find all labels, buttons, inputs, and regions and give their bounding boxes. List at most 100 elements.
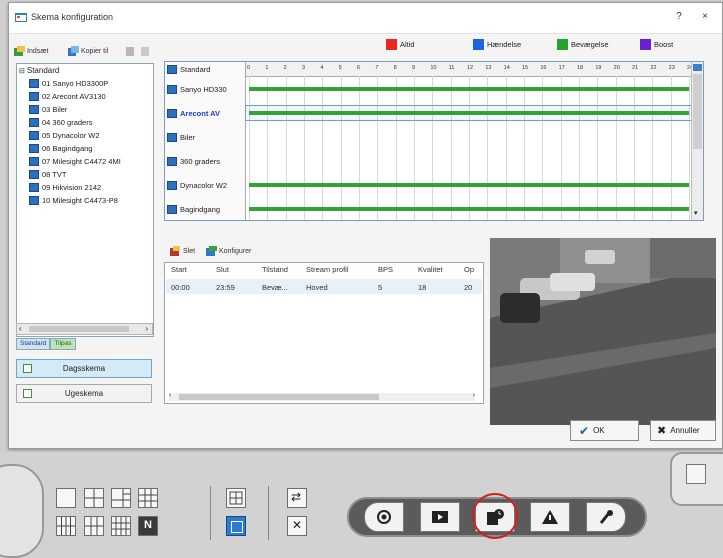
hour-gridline [670,76,672,220]
grid-row-label[interactable]: Arecont AV [167,106,243,120]
hour-gridline [615,76,617,220]
hour-gridline [634,76,635,220]
legend-swatch [386,39,397,50]
column-header[interactable]: Stream profil [306,265,349,274]
grid-vertical-scrollbar[interactable]: ▾ [691,62,703,220]
layout-fullscreen-button[interactable] [226,516,246,536]
tree-item-camera[interactable]: 02 Arecont AV3130 [29,92,106,101]
settings-button[interactable] [586,502,626,532]
list-horizontal-scrollbar[interactable]: ‹ › [169,392,475,401]
tree-item-camera[interactable]: 08 TVT [29,170,66,179]
close-view-icon: ✕ [292,518,303,532]
tree-item-camera[interactable]: 06 Bagindgang [29,144,92,153]
delete-icon[interactable] [140,46,150,56]
swap-view-button[interactable]: ⇄ [287,488,307,508]
scroll-thumb[interactable] [179,394,379,400]
close-button[interactable]: × [697,9,713,25]
camera-icon [167,108,177,118]
scroll-thumb[interactable] [29,326,129,332]
tree-horizontal-scrollbar[interactable]: ‹ › [16,323,153,335]
tree-item-camera[interactable]: 07 Milesight C4472 4MI [29,157,121,166]
ok-button[interactable]: ✔ OK [570,420,639,441]
recording-bar[interactable] [249,87,689,91]
column-header[interactable]: Op [464,265,474,274]
scroll-down-icon[interactable]: ▾ [694,209,698,217]
hour-label: 7 [375,65,379,71]
legend-item: Boost [640,39,673,50]
table-cell: 20 [464,283,473,292]
scroll-right-icon[interactable]: › [473,392,475,399]
insert-button[interactable]: Indsæt [14,46,48,56]
grid-row-label[interactable]: Sanyo HD330 [167,82,243,96]
recording-bar[interactable] [249,207,689,211]
column-header[interactable]: BPS [378,265,393,274]
layout-n-button[interactable]: N [138,516,158,536]
layout-2x2-button[interactable] [84,488,104,508]
tree-root[interactable]: ⊟ Standard [19,66,59,75]
layout-5x5-button[interactable] [84,516,104,536]
delete-entry-button[interactable]: Slet [170,246,195,256]
tree-item-camera[interactable]: 10 Milesight C4473-P8 [29,196,118,205]
table-cell: 5 [378,283,383,292]
copy-to-button[interactable]: Kopier til [68,46,108,56]
column-header[interactable]: Slut [216,265,229,274]
camera-icon [29,170,39,179]
layout-4x4-button[interactable] [56,516,76,536]
tab-standard[interactable]: Standard [16,338,51,350]
column-header[interactable]: Start [171,265,187,274]
playback-button[interactable] [420,502,460,532]
scroll-up-icon[interactable] [693,64,702,71]
hour-gridline [395,76,397,220]
tree-item-camera[interactable]: 01 Sanyo HD3300P [29,79,108,88]
fullscreen-icon[interactable] [686,464,706,484]
tree-item-camera[interactable]: 04 360 graders [29,118,92,127]
hour-gridline [249,76,250,220]
table-cell: 18 [418,283,427,292]
layout-1plus5-button[interactable] [111,488,131,508]
week-schedule-button[interactable]: Ugeskema [16,384,152,403]
hour-gridline [469,76,470,220]
scroll-left-icon[interactable]: ‹ [19,324,22,333]
legend-item: Bevægelse [557,39,609,50]
tab-tilpas[interactable]: Tilpas [50,338,76,350]
camera-tree[interactable]: ⊟ Standard 01 Sanyo HD3300P 02 Arecont A… [16,63,154,337]
tree-item-label: 02 Arecont AV3130 [42,92,106,101]
day-schedule-button[interactable]: Dagsskema [16,359,152,378]
layout-3x3-button[interactable] [138,488,158,508]
configure-button[interactable]: Konfigurer [206,246,251,256]
grid-row-label[interactable]: Dynacolor W2 [167,178,243,192]
recording-bar[interactable] [249,111,689,115]
help-button[interactable]: ? [671,9,687,25]
grid-row-label[interactable]: Biler [167,130,243,144]
insert-label: Indsæt [27,47,49,55]
paste-icon[interactable] [125,46,135,56]
layout-6x6-button[interactable] [111,516,131,536]
schedule-grid[interactable]: Standard 0 1 2 3 4 5 6 7 8 9 10 11 12 13 14 15 16 17 18 19 2… [164,61,704,221]
schedule-entry-list[interactable]: Start Slut Tilstand Stream profil BPS Kv… [164,262,484,404]
camera-icon [29,105,39,114]
tree-item-camera[interactable]: 09 Hikvision 2142 [29,183,101,192]
tree-item-camera[interactable]: 03 Biler [29,105,67,114]
alarm-button[interactable] [530,502,570,532]
hour-gridline [450,76,452,220]
layout-1x1-button[interactable] [56,488,76,508]
playback-icon [432,511,448,523]
column-header[interactable]: Tilstand [262,265,288,274]
scroll-right-icon[interactable]: › [145,324,148,333]
grid-row-name: Biler [180,132,196,142]
recording-bar[interactable] [249,183,689,187]
layout-multi-button[interactable] [226,488,246,508]
close-view-button[interactable]: ✕ [287,516,307,536]
camera-icon [29,118,39,127]
record-button[interactable] [364,502,404,532]
grid-row-label[interactable]: Bagindgang [167,202,243,216]
column-header[interactable]: Kvalitet [418,265,443,274]
scroll-left-icon[interactable]: ‹ [169,392,171,399]
grid-row-label[interactable]: 360 graders [167,154,243,168]
legend-item: Hændelse [473,39,521,50]
scroll-thumb[interactable] [693,74,702,149]
hour-label: 6 [357,65,361,71]
cancel-button[interactable]: ✖ Annuller [650,420,716,441]
tree-item-camera[interactable]: 05 Dynacolor W2 [29,131,100,140]
collapse-icon[interactable]: ⊟ [19,67,25,75]
